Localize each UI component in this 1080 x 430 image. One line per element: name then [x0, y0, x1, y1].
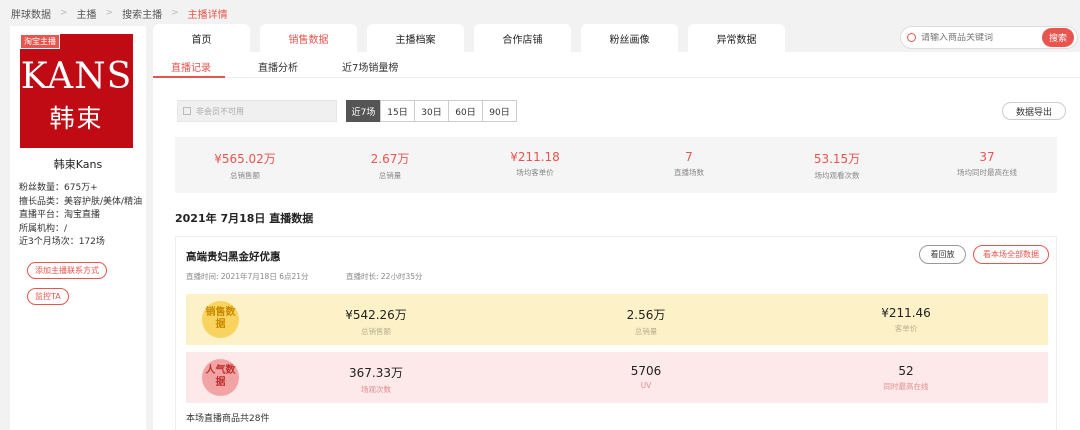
metric-label: 客单价: [894, 324, 918, 333]
metric-value: ¥542.26万: [345, 308, 407, 322]
subtab-recent-rank[interactable]: 近7场销量榜: [342, 59, 398, 74]
range-90-days[interactable]: 90日: [482, 100, 517, 122]
add-contact-button[interactable]: 添加主播联系方式: [27, 262, 107, 279]
product-search: 搜索: [900, 26, 1078, 49]
popularity-data-band: 人气数据 367.33万 场观次数 5706 UV 52 同时最高在线: [186, 352, 1048, 403]
session-count: 近3个月场次：172场: [19, 237, 105, 247]
stat-value: ¥565.02万: [214, 152, 276, 166]
product-count: 本场直播商品共28件: [186, 414, 270, 424]
subtab-live-analysis[interactable]: 直播分析: [258, 59, 298, 74]
live-session-card: 高端贵妇黑金好优惠 直播时间: 2021年7月18日 6点21分 直播时长: 2…: [175, 236, 1057, 430]
metric-label: UV: [640, 381, 652, 390]
replay-button[interactable]: 看回放: [919, 245, 966, 264]
stat-value: 37: [979, 150, 995, 164]
live-total-sales: ¥542.26万 总销售额: [306, 306, 446, 337]
metric-label: 场观次数: [361, 385, 391, 394]
breadcrumb: 胖球数据 > 主播 > 搜索主播 > 主播详情: [0, 0, 1080, 26]
stat-label: 场均同时最高在线: [957, 168, 1017, 177]
range-30-days[interactable]: 30日: [414, 100, 449, 122]
summary-total-volume: 2.67万 总销量: [320, 150, 460, 181]
range-15-days[interactable]: 15日: [380, 100, 415, 122]
date-placeholder: 非会员不可用: [196, 106, 244, 116]
agency: 所属机构：/: [19, 223, 68, 234]
logo-text-en: KANS: [20, 56, 133, 97]
stat-label: 总销量: [378, 171, 402, 180]
metric-value: 367.33万: [349, 366, 403, 380]
export-button[interactable]: 数据导出: [1002, 102, 1066, 120]
subtab-live-records[interactable]: 直播记录: [171, 59, 211, 74]
live-date-title: 2021年 7月18日 直播数据: [175, 212, 314, 225]
category: 擅长品类：美容护肤/美体/精油: [19, 196, 143, 207]
date-picker[interactable]: 非会员不可用: [177, 100, 337, 122]
anchor-profile-panel: 淘宝主播 KANS 韩束 韩束Kans 粉丝数量：675万+ 擅长品类：美容护肤…: [10, 26, 146, 430]
chevron-right-icon: >: [105, 8, 114, 18]
breadcrumb-anchor[interactable]: 主播: [77, 6, 97, 21]
live-uv: 5706 UV: [576, 364, 716, 390]
metric-value: 52: [898, 364, 914, 378]
range-60-days[interactable]: 60日: [448, 100, 483, 122]
live-peak-online: 52 同时最高在线: [836, 364, 976, 392]
stat-label: 场均客单价: [516, 168, 554, 177]
search-input[interactable]: [921, 32, 1039, 43]
summary-stats: ¥565.02万 总销售额 2.67万 总销量 ¥211.18 场均客单价 7 …: [175, 137, 1057, 193]
live-view-count: 367.33万 场观次数: [306, 364, 446, 395]
summary-avg-price: ¥211.18 场均客单价: [465, 150, 605, 178]
summary-avg-views: 53.15万 场均观看次数: [767, 150, 907, 181]
fans-count: 粉丝数量：675万+: [19, 183, 98, 193]
metric-value: 2.56万: [626, 308, 666, 322]
summary-total-sales: ¥565.02万 总销售额: [175, 150, 315, 181]
anchor-name: 韩束Kans: [53, 158, 103, 171]
metric-label: 总销量: [634, 327, 658, 336]
stat-value: ¥211.18: [510, 150, 560, 164]
stat-label: 直播场数: [674, 168, 704, 177]
tab-shops[interactable]: 合作店铺: [474, 24, 571, 52]
live-total-volume: 2.56万 总销量: [576, 306, 716, 337]
range-selector: 近7场 15日 30日 60日 90日: [346, 100, 517, 122]
summary-session-count: 7 直播场数: [619, 150, 759, 178]
live-duration: 直播时长: 22小时35分: [346, 272, 423, 281]
breadcrumb-home[interactable]: 胖球数据: [11, 6, 51, 21]
sub-tabs: 直播记录 直播分析 近7场销量榜: [153, 52, 1080, 78]
breadcrumb-current: 主播详情: [187, 9, 228, 21]
calendar-icon: [183, 107, 191, 115]
live-time: 直播时间: 2021年7月18日 6点21分: [186, 272, 309, 281]
stat-label: 总销售额: [230, 171, 260, 180]
taobao-anchor-badge: 淘宝主播: [20, 34, 60, 49]
tab-profile[interactable]: 主播档案: [367, 24, 464, 52]
live-unit-price: ¥211.46 客单价: [836, 306, 976, 334]
live-title: 高端贵妇黑金好优惠: [186, 251, 281, 263]
search-button[interactable]: 搜索: [1041, 28, 1074, 47]
metric-label: 总销售额: [361, 327, 391, 336]
anchor-info: 粉丝数量：675万+ 擅长品类：美容护肤/美体/精油 直播平台：淘宝直播 所属机…: [19, 182, 146, 250]
sales-data-badge: 销售数据: [202, 301, 239, 338]
stat-value: 2.67万: [370, 152, 410, 166]
chevron-right-icon: >: [60, 8, 68, 18]
summary-peak-online: 37 场均同时最高在线: [917, 150, 1057, 178]
sales-data-band: 销售数据 ¥542.26万 总销售额 2.56万 总销量 ¥211.46 客单价: [186, 294, 1048, 345]
search-icon: [907, 33, 916, 42]
tab-fans[interactable]: 粉丝画像: [581, 24, 678, 52]
main-content: 直播记录 直播分析 近7场销量榜 非会员不可用 近7场 15日 30日 60日 …: [153, 52, 1080, 430]
breadcrumb-search[interactable]: 搜索主播: [122, 6, 162, 21]
active-tab-indicator: [153, 76, 225, 78]
main-tabs: 首页 销售数据 主播档案 合作店铺 粉丝画像 异常数据: [153, 24, 795, 52]
chevron-right-icon: >: [171, 8, 179, 18]
view-all-data-button[interactable]: 看本场全部数据: [973, 245, 1049, 264]
monitor-button[interactable]: 监控TA: [27, 288, 69, 305]
stat-value: 7: [685, 150, 693, 164]
tab-anomaly[interactable]: 异常数据: [688, 24, 785, 52]
stat-label: 场均观看次数: [814, 171, 860, 180]
popularity-data-badge: 人气数据: [202, 359, 239, 396]
range-7-sessions[interactable]: 近7场: [346, 100, 381, 122]
tab-home[interactable]: 首页: [153, 24, 250, 52]
metric-label: 同时最高在线: [883, 382, 929, 391]
metric-value: 5706: [630, 364, 662, 378]
stat-value: 53.15万: [813, 152, 861, 166]
logo-text-cn: 韩束: [49, 104, 104, 133]
tab-sales[interactable]: 销售数据: [260, 24, 357, 52]
platform: 直播平台：淘宝直播: [19, 210, 101, 220]
metric-value: ¥211.46: [881, 306, 931, 320]
anchor-logo: 淘宝主播 KANS 韩束: [20, 34, 133, 148]
